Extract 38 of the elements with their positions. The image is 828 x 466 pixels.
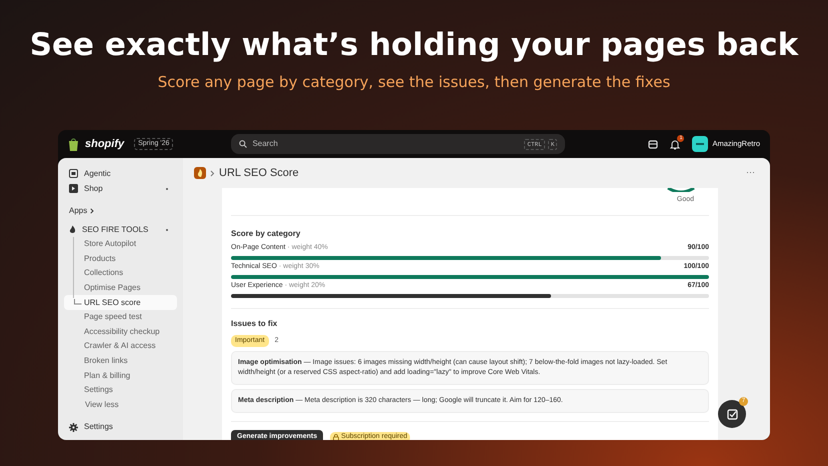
bell-icon[interactable] [670,138,680,150]
search-icon [239,140,248,148]
more-actions-button[interactable]: ··· [746,166,759,180]
shopping-bag-icon [68,138,79,150]
sidebar-subitem[interactable]: Settings [64,382,177,398]
sidebar-item[interactable]: Agentic [84,168,111,180]
app-menu-item[interactable]: SEO FIRE TOOLS [82,224,148,236]
headline: See exactly what’s holding your pages back [30,26,798,64]
search-input[interactable]: Search [252,138,520,150]
sidebar-subitem[interactable]: URL SEO score [64,295,177,310]
score-gauge-icon [667,188,695,192]
sidebar-subitem[interactable]: Crawler & AI access [64,339,177,354]
settings-icon [69,422,78,432]
sidebar-subitem[interactable]: Page speed test [64,310,177,325]
sidebar-subitem[interactable]: Collections [64,266,177,281]
shop-icon [69,184,78,193]
store-avatar-icon[interactable] [692,136,708,152]
section-heading: Score by category [231,228,302,240]
tree-connector-icon [74,298,82,307]
sidebar-subitem[interactable]: Broken links [64,354,177,368]
chevron-icon [90,208,94,214]
subtitle: Score any page by category, see the issues, then generate the fixes [158,72,670,92]
page-title: URL SEO Score [219,166,299,181]
sidebar-subitem[interactable]: Plan & billing [64,368,177,383]
settings-link[interactable]: Settings [84,421,113,433]
checkbox-icon [726,408,738,420]
apps-link[interactable]: Apps [69,205,88,217]
sidebar-item[interactable]: Shop [84,182,103,194]
sidebar-subitem[interactable]: Accessibility checkup [64,324,177,340]
section-heading: Issues to fix [231,318,278,330]
app-icon [194,167,206,179]
sidebar-subitem[interactable]: Optimise Pages [64,280,177,296]
breadcrumb-chevron-icon [210,170,215,176]
sidebar-subitem[interactable]: Store Autopilot [64,237,177,252]
logo-text: shopify [85,136,124,152]
lock-icon [333,434,340,440]
view-less-link[interactable]: View less [64,398,177,412]
sidebar-subitem[interactable]: Products [64,252,177,266]
